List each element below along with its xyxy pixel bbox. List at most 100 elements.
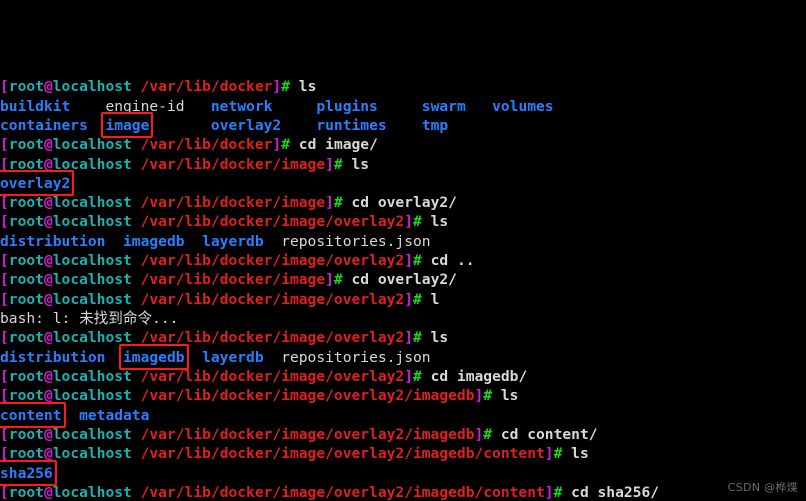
prompt-close-bracket: ] xyxy=(404,213,413,231)
prompt-open-bracket: [ xyxy=(0,271,9,289)
prompt-host: localhost xyxy=(52,194,132,212)
prompt-at-sign: @ xyxy=(43,194,53,212)
prompt-at-sign: @ xyxy=(43,136,53,154)
prompt-sigil: # xyxy=(483,387,493,405)
directory-entry: overlay2 xyxy=(0,174,71,192)
command-text: ls xyxy=(492,387,519,405)
prompt-user: root xyxy=(8,425,44,443)
prompt-host: localhost xyxy=(52,387,132,405)
command-text: cd overlay2/ xyxy=(342,194,457,212)
prompt-path: /var/lib/docker/image/overlay2/imagedb/c… xyxy=(131,483,545,501)
directory-entry: runtimes xyxy=(316,116,387,134)
directory-entry: image xyxy=(105,116,150,134)
prompt-open-bracket: [ xyxy=(0,387,9,405)
prompt-close-bracket: ] xyxy=(474,425,484,443)
prompt-at-sign: @ xyxy=(43,367,53,385)
prompt-host: localhost xyxy=(52,136,132,154)
prompt-sigil: # xyxy=(413,329,422,347)
prompt-path: /var/lib/docker/image xyxy=(131,271,326,289)
prompt-line: [root@localhost /var/lib/docker/image/ov… xyxy=(0,425,806,444)
prompt-open-bracket: [ xyxy=(0,213,9,231)
column-spacer xyxy=(264,349,282,366)
prompt-open-bracket: [ xyxy=(0,252,9,270)
prompt-line: [root@localhost /var/lib/docker/image/ov… xyxy=(0,386,806,405)
ls-output-line: distribution imagedb layerdb repositorie… xyxy=(0,232,806,251)
prompt-line: [root@localhost /var/lib/docker]# cd ima… xyxy=(0,135,806,154)
prompt-host: localhost xyxy=(52,290,132,308)
prompt-close-bracket: ] xyxy=(474,387,484,405)
directory-entry: content xyxy=(0,406,62,424)
prompt-path: /var/lib/docker/image/overlay2/imagedb/c… xyxy=(131,445,545,463)
highlight-box: image xyxy=(101,111,154,139)
prompt-open-bracket: [ xyxy=(0,329,9,347)
ls-output-line: distribution imagedb layerdb repositorie… xyxy=(0,343,806,371)
prompt-host: localhost xyxy=(52,78,132,96)
prompt-at-sign: @ xyxy=(43,213,53,231)
command-text: ls xyxy=(421,329,449,347)
prompt-close-bracket: ] xyxy=(404,290,413,308)
directory-entry: tmp xyxy=(421,116,449,134)
prompt-sigil: # xyxy=(413,290,422,308)
prompt-line: [root@localhost /var/lib/docker/image/ov… xyxy=(0,483,806,501)
prompt-sigil: # xyxy=(333,194,343,212)
prompt-at-sign: @ xyxy=(43,290,53,308)
scrollback-partial-line xyxy=(0,33,806,39)
prompt-open-bracket: [ xyxy=(0,78,9,96)
prompt-user: root xyxy=(8,445,44,463)
column-spacer xyxy=(149,117,211,134)
prompt-at-sign: @ xyxy=(43,78,53,96)
column-spacer xyxy=(378,98,422,115)
prompt-sigil: # xyxy=(413,367,422,385)
prompt-sigil: # xyxy=(333,271,343,289)
prompt-line: [root@localhost /var/lib/docker/image/ov… xyxy=(0,367,806,386)
prompt-open-bracket: [ xyxy=(0,290,9,308)
prompt-user: root xyxy=(8,367,44,385)
directory-entry: plugins xyxy=(316,97,378,115)
prompt-path: /var/lib/docker/image/overlay2 xyxy=(131,213,405,231)
directory-entry: distribution xyxy=(0,348,106,366)
prompt-host: localhost xyxy=(52,252,132,270)
prompt-at-sign: @ xyxy=(43,483,53,501)
column-spacer xyxy=(105,233,123,250)
prompt-host: localhost xyxy=(52,445,132,463)
prompt-at-sign: @ xyxy=(43,329,53,347)
prompt-sigil: # xyxy=(333,155,343,173)
prompt-host: localhost xyxy=(52,483,132,501)
prompt-line: [root@localhost /var/lib/docker/image]# … xyxy=(0,193,806,212)
prompt-sigil: # xyxy=(483,425,493,443)
prompt-host: localhost xyxy=(52,367,132,385)
prompt-path: /var/lib/docker/image/overlay2 xyxy=(131,329,405,347)
prompt-line: [root@localhost /var/lib/docker/image/ov… xyxy=(0,290,806,309)
terminal-window[interactable]: [root@localhost /var/lib/docker]# ls buil… xyxy=(0,0,806,501)
directory-entry: distribution xyxy=(0,232,106,250)
column-spacer xyxy=(185,233,203,250)
command-text: cd image/ xyxy=(290,136,378,154)
terminal-rows: [root@localhost /var/lib/docker]# ls buil… xyxy=(0,77,806,501)
prompt-user: root xyxy=(8,252,44,270)
prompt-open-bracket: [ xyxy=(0,483,9,501)
highlight-box: imagedb xyxy=(119,343,189,371)
prompt-path: /var/lib/docker/image/overlay2 xyxy=(131,290,405,308)
highlight-box: overlay2 xyxy=(0,169,75,197)
prompt-host: localhost xyxy=(52,155,132,173)
directory-entry: metadata xyxy=(79,406,150,424)
directory-entry: sha256 xyxy=(0,464,53,482)
prompt-close-bracket: ] xyxy=(404,367,413,385)
prompt-path: /var/lib/docker xyxy=(131,136,273,154)
prompt-host: localhost xyxy=(52,425,132,443)
file-entry: repositories.json xyxy=(281,348,431,366)
prompt-open-bracket: [ xyxy=(0,194,9,212)
prompt-line: [root@localhost /var/lib/docker/image]# … xyxy=(0,270,806,289)
directory-entry: swarm xyxy=(421,97,466,115)
directory-entry: imagedb xyxy=(123,348,185,366)
terminal-screen[interactable]: [root@localhost /var/lib/docker]# ls buil… xyxy=(0,0,806,501)
prompt-path: /var/lib/docker/image/overlay2/imagedb xyxy=(131,387,475,405)
prompt-user: root xyxy=(8,483,44,501)
prompt-line: [root@localhost /var/lib/docker]# ls xyxy=(0,77,806,96)
file-entry: repositories.json xyxy=(281,232,431,250)
command-text: ls xyxy=(290,78,317,96)
prompt-close-bracket: ] xyxy=(404,329,413,347)
prompt-host: localhost xyxy=(52,271,132,289)
command-text: cd content/ xyxy=(492,425,598,443)
highlight-box: sha256 xyxy=(0,459,57,487)
